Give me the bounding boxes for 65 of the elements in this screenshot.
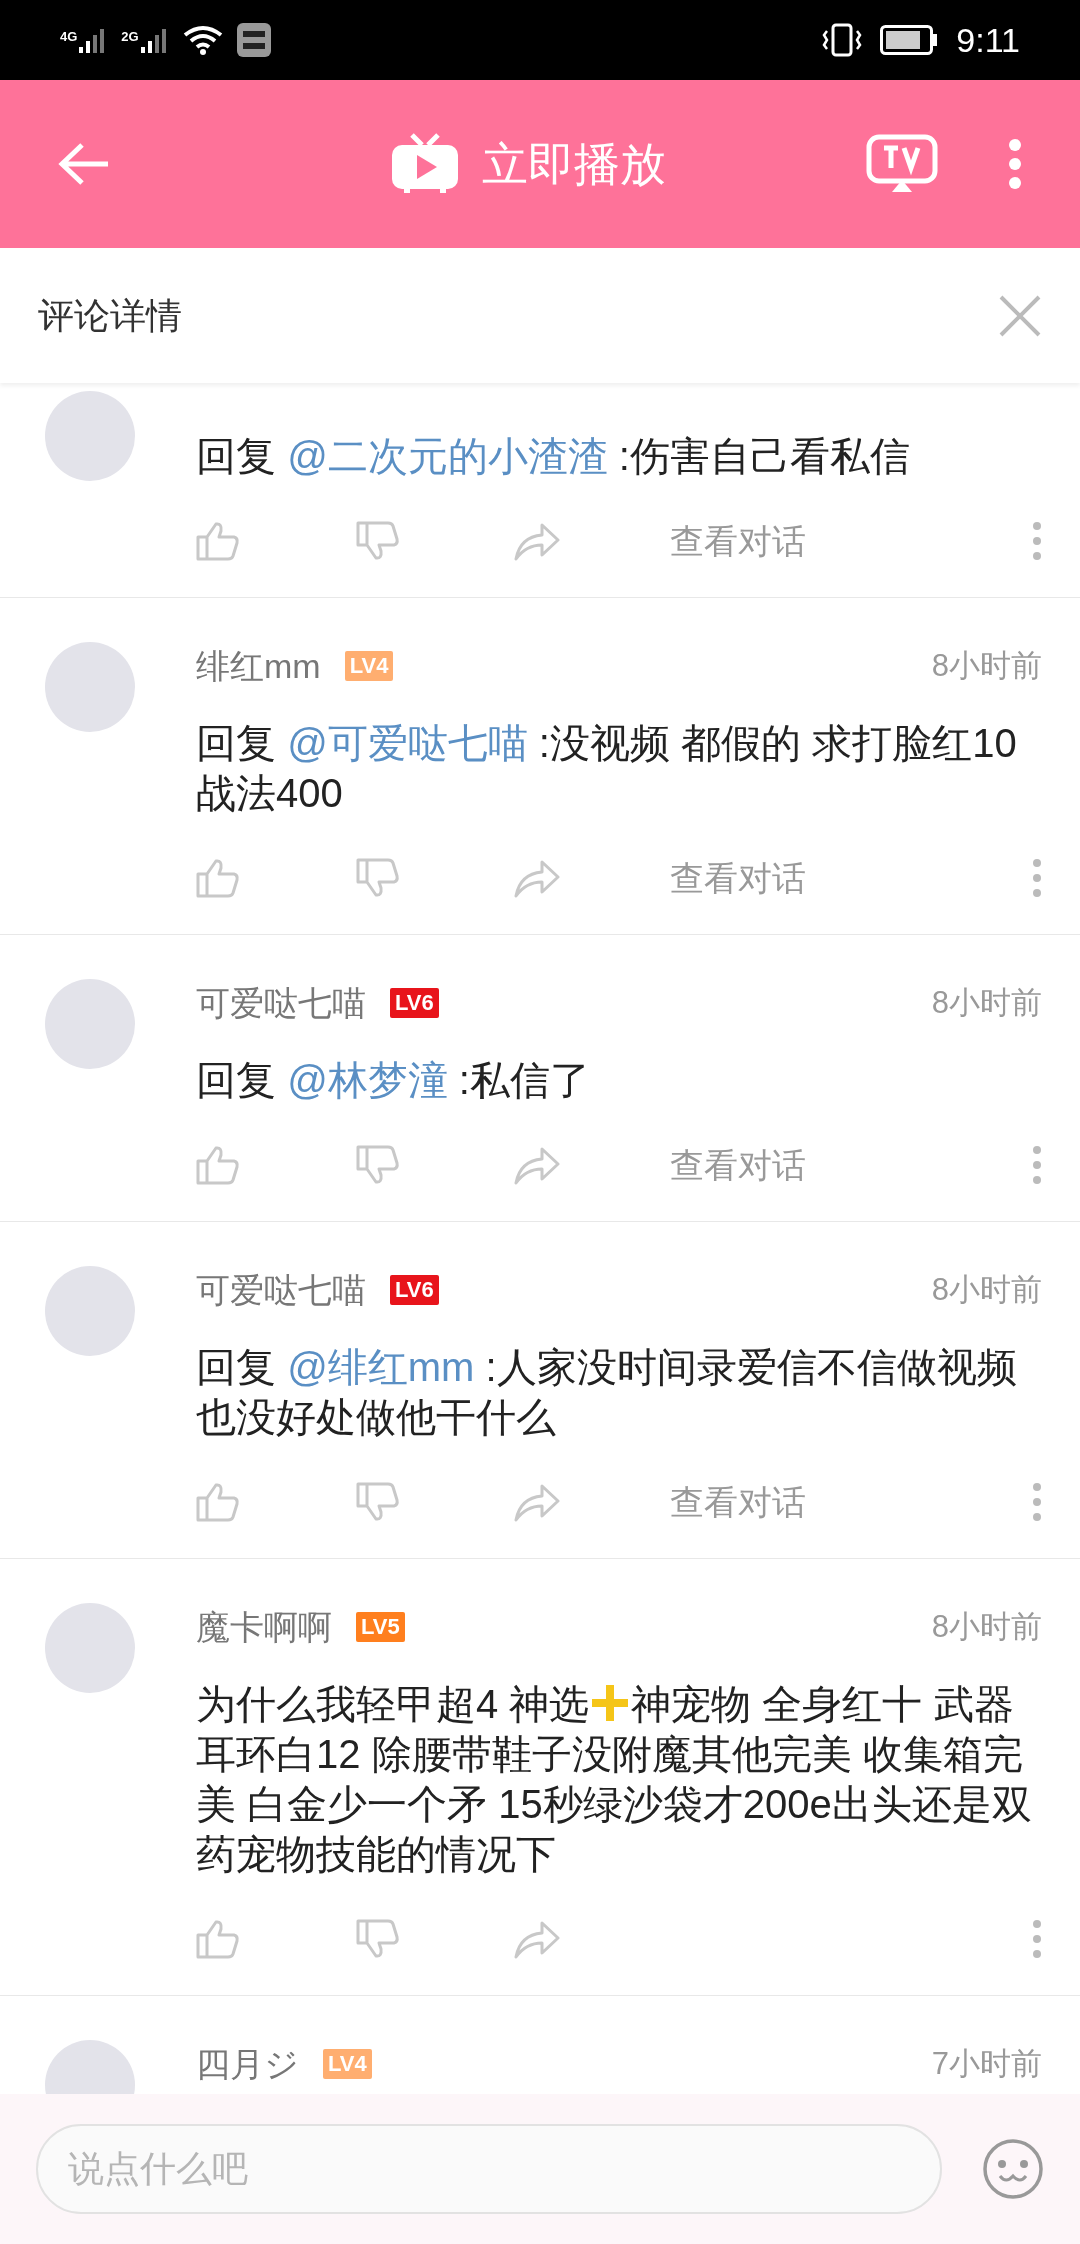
thumbs-up-icon[interactable] bbox=[196, 521, 240, 561]
comment-text: 回复 @二次元的小渣渣 :伤害自己看私信 bbox=[196, 433, 911, 480]
comment-text: 回复 @绯红mm :人家没时间录爱信不信做视频也没好处做他干什么 bbox=[196, 1344, 1018, 1441]
view-conversation-link[interactable]: 查看对话 bbox=[670, 515, 806, 567]
panel-title: 评论详情 bbox=[38, 293, 183, 338]
comment-text: 回复 @林梦潼 :私信了 bbox=[196, 1057, 591, 1104]
username: 四月ジ bbox=[196, 2043, 299, 2085]
thumbs-down-icon[interactable] bbox=[356, 1145, 400, 1185]
level-badge: LV6 bbox=[390, 988, 439, 1018]
comment-input-field[interactable]: 说点什么吧 bbox=[36, 2124, 942, 2214]
level-badge: LV4 bbox=[323, 2049, 372, 2079]
mention-link[interactable]: @林梦潼 bbox=[287, 1058, 448, 1102]
share-icon[interactable] bbox=[514, 1145, 560, 1185]
comment-text: 回复 @可爱哒七喵 :没视频 都假的 求打脸红10战法400 bbox=[196, 720, 1018, 817]
timestamp: 8小时前 bbox=[931, 1607, 1042, 1646]
battery-icon bbox=[880, 25, 939, 55]
network-type-label: 2G bbox=[121, 28, 139, 46]
share-icon[interactable] bbox=[514, 1919, 560, 1959]
view-conversation-link[interactable]: 查看对话 bbox=[670, 1139, 806, 1191]
username: 绯红mm bbox=[196, 645, 321, 687]
thumbs-up-icon[interactable] bbox=[196, 1482, 240, 1522]
tv-play-icon bbox=[390, 133, 460, 195]
clock-time: 9:11 bbox=[956, 19, 1020, 61]
thumbs-up-icon[interactable] bbox=[196, 858, 240, 898]
username: 可爱哒七喵 bbox=[196, 1269, 366, 1311]
more-options-icon[interactable] bbox=[1032, 1145, 1042, 1185]
level-badge: LV5 bbox=[356, 1612, 405, 1642]
timestamp: 7小时前 bbox=[931, 2044, 1042, 2083]
mention-link[interactable]: @可爱哒七喵 bbox=[287, 721, 528, 765]
share-icon[interactable] bbox=[514, 521, 560, 561]
share-icon[interactable] bbox=[514, 858, 560, 898]
cast-tv-icon[interactable] bbox=[866, 134, 938, 194]
mention-link[interactable]: @绯红mm bbox=[287, 1345, 475, 1389]
emoji-face-icon[interactable] bbox=[982, 2138, 1044, 2200]
username: 可爱哒七喵 bbox=[196, 982, 366, 1024]
close-icon[interactable] bbox=[998, 293, 1042, 338]
thumbs-down-icon[interactable] bbox=[356, 1919, 400, 1959]
mention-link[interactable]: @二次元的小渣渣 bbox=[287, 434, 608, 478]
vibrate-icon bbox=[822, 23, 863, 57]
more-options-icon[interactable] bbox=[1032, 1482, 1042, 1522]
timestamp: 8小时前 bbox=[931, 983, 1042, 1022]
more-options-icon[interactable] bbox=[1032, 521, 1042, 561]
back-arrow-icon[interactable] bbox=[58, 141, 110, 187]
wifi-icon bbox=[182, 25, 223, 55]
more-options-icon[interactable] bbox=[1032, 858, 1042, 898]
timestamp: 8小时前 bbox=[931, 1270, 1042, 1309]
thumbs-up-icon[interactable] bbox=[196, 1919, 240, 1959]
network-type-label: 4G bbox=[60, 28, 78, 46]
app-notification-icon bbox=[236, 23, 271, 57]
more-options-icon[interactable] bbox=[1032, 1919, 1042, 1959]
thumbs-up-icon[interactable] bbox=[196, 1145, 240, 1185]
username: 魔卡啊啊 bbox=[196, 1606, 332, 1648]
thumbs-down-icon[interactable] bbox=[356, 521, 400, 561]
level-badge: LV4 bbox=[344, 651, 394, 681]
comment-text: 为什么我轻甲超4 神选 神宠物 全身红十 武器耳环白12 除腰带鞋子没附魔其他完美 收集箱完美 白金少一个矛 15秒绿沙袋才200e出头还是双药宠物技能的情况下 bbox=[196, 1681, 1033, 1878]
header-title: 立即播放 bbox=[482, 136, 666, 192]
view-conversation-link[interactable]: 查看对话 bbox=[670, 852, 806, 904]
thumbs-down-icon[interactable] bbox=[356, 1482, 400, 1522]
signal-icon bbox=[140, 27, 169, 53]
level-badge: LV6 bbox=[390, 1275, 439, 1305]
more-menu-icon[interactable] bbox=[1008, 138, 1022, 190]
view-conversation-link[interactable]: 查看对话 bbox=[670, 1476, 806, 1528]
timestamp: 8小时前 bbox=[931, 646, 1042, 685]
thumbs-down-icon[interactable] bbox=[356, 858, 400, 898]
share-icon[interactable] bbox=[514, 1482, 560, 1522]
